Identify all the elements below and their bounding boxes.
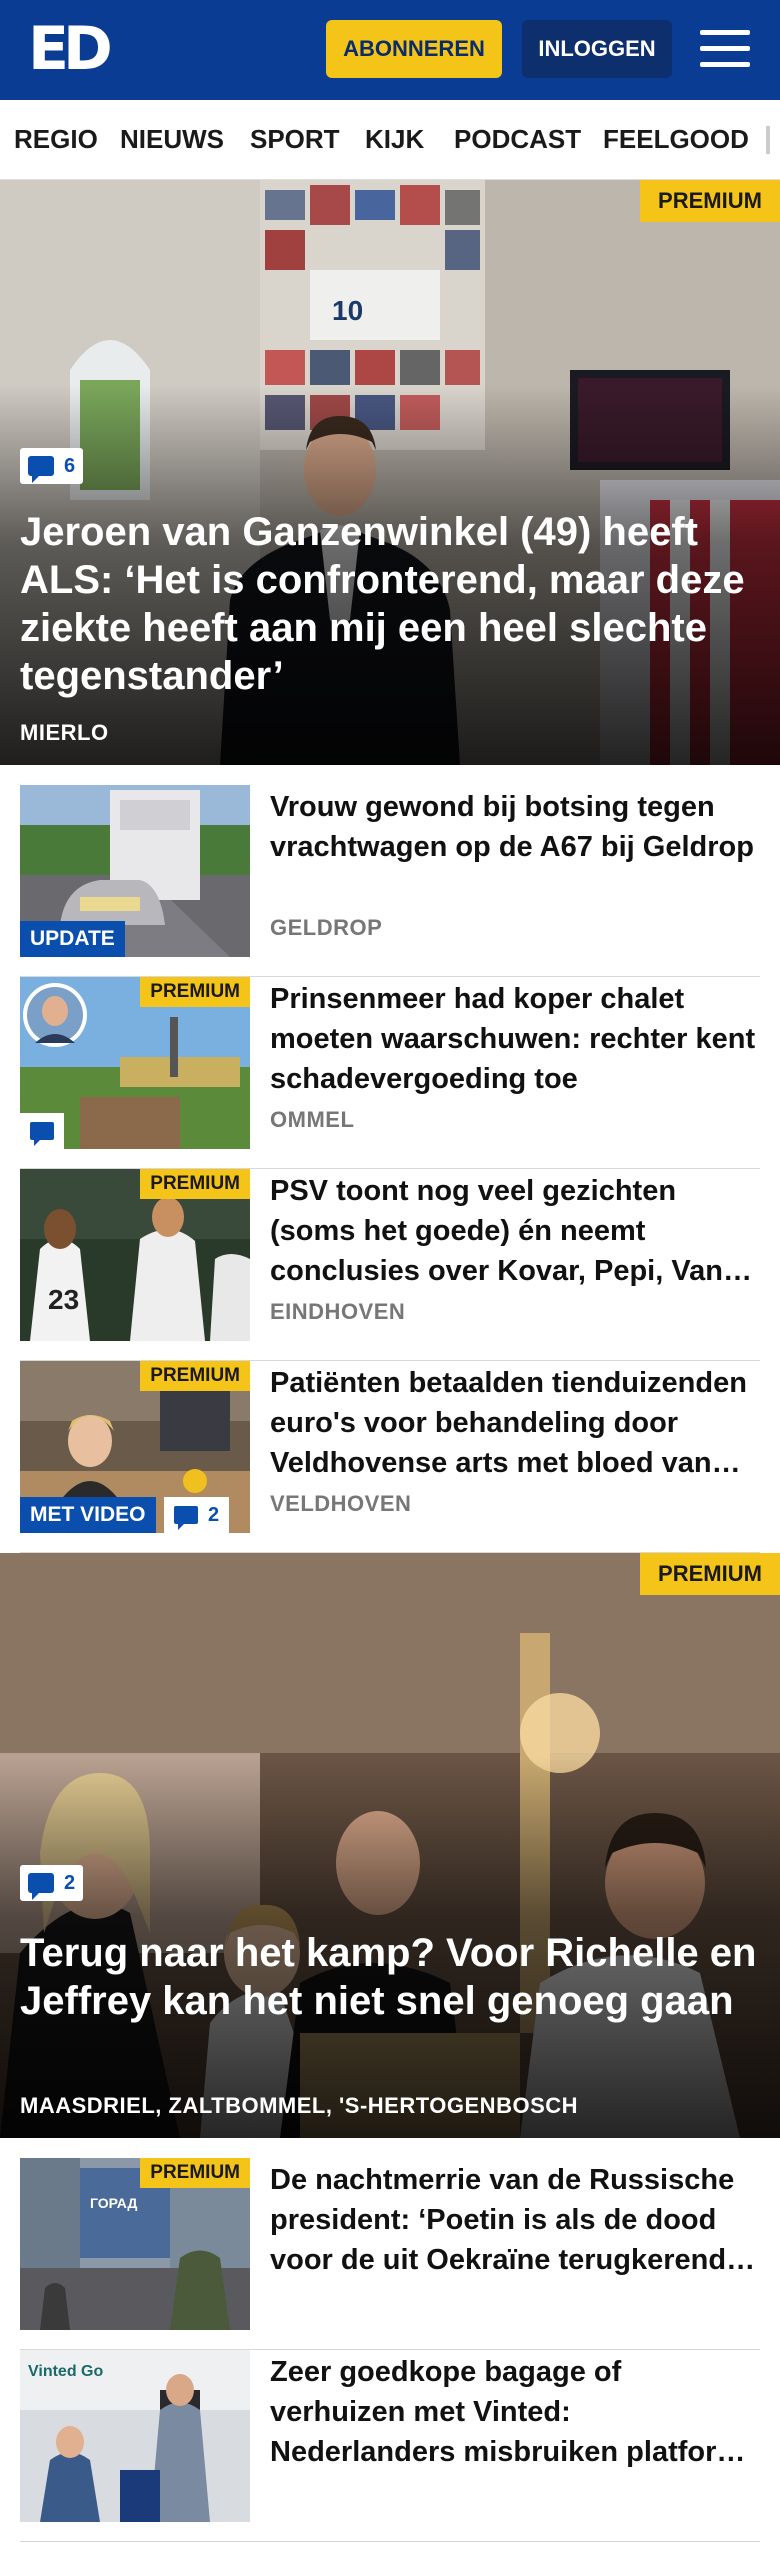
video-label: MET VIDEO (20, 1497, 156, 1533)
nav-item-podcast[interactable]: PODCAST (454, 124, 581, 155)
article-thumbnail: PREMIUM MET VIDEO 2 (20, 1361, 250, 1533)
article-location: OMMEL (270, 1107, 355, 1132)
hero-shade (0, 1553, 780, 2138)
list-item[interactable]: PREMIUM Prinsenmeer had koper chalet moe… (20, 977, 760, 1169)
hero-title[interactable]: Terug naar het kamp? Voor Richelle en Je… (20, 1929, 760, 2025)
comment-count[interactable]: 2 (164, 1497, 230, 1533)
article-thumbnail: Vinted Go (20, 2350, 250, 2522)
article-thumbnail: ГОРАД PREMIUM (20, 2158, 250, 2330)
list-item[interactable]: ГОРАД PREMIUM De nachtmerrie van de Russ… (20, 2158, 760, 2350)
comment-count[interactable]: 6 (20, 448, 84, 484)
list-item[interactable]: UPDATE Vrouw gewond bij botsing tegen vr… (20, 785, 760, 977)
premium-badge: PREMIUM (640, 1553, 780, 1595)
comment-count-value: 6 (64, 454, 76, 477)
hero-location: MAASDRIEL, ZALTBOMMEL, 'S-HERTOGENBOSCH (20, 2093, 579, 2118)
premium-badge: PREMIUM (140, 977, 250, 1007)
article-title[interactable]: Vrouw gewond bij botsing tegen vrachtwag… (270, 787, 760, 867)
nav-item-kijk[interactable]: KIJK (365, 124, 424, 155)
ed-logo[interactable]: ED (28, 18, 118, 80)
hero-title[interactable]: Jeroen van Ganzenwinkel (49) heeft ALS: … (20, 508, 760, 700)
comment-icon (28, 1873, 54, 1900)
article-thumbnail: 23 PREMIUM (20, 1169, 250, 1341)
comment-icon (28, 456, 54, 483)
nav-divider (766, 126, 770, 154)
article-photo: Vinted Go (20, 2350, 250, 2522)
nav-item-regio[interactable]: REGIO (14, 124, 98, 155)
hero-article-kamp[interactable]: PREMIUM 2 Terug naar het kamp? Voor Rich… (0, 1553, 780, 2138)
svg-text:23: 23 (48, 1284, 79, 1315)
premium-badge: PREMIUM (140, 1169, 250, 1199)
article-title[interactable]: De nachtmerrie van de Russische presiden… (270, 2160, 760, 2280)
premium-badge: PREMIUM (640, 180, 780, 222)
nav-item-sport[interactable]: SPORT (250, 124, 340, 155)
article-title[interactable]: Prinsenmeer had koper chalet moeten waar… (270, 979, 760, 1099)
list-item[interactable]: Vinted Go Zeer goedkope bagage of verhui… (20, 2350, 760, 2542)
comment-count[interactable]: 2 (20, 1865, 84, 1901)
article-title[interactable]: PSV toont nog veel gezichten (soms het g… (270, 1171, 760, 1291)
nav-item-feelgood[interactable]: FEELGOOD (603, 124, 749, 155)
list-item[interactable]: 23 PREMIUM PSV toont nog veel gezichten … (20, 1169, 760, 1361)
svg-text:Vinted Go: Vinted Go (28, 2363, 103, 2380)
comment-count-value: 2 (208, 1503, 220, 1526)
login-button[interactable]: INLOGGEN (522, 20, 672, 78)
subscribe-button[interactable]: ABONNEREN (326, 20, 502, 78)
hero-location: MIERLO (20, 720, 109, 745)
premium-badge: PREMIUM (140, 1361, 250, 1391)
article-title[interactable]: Zeer goedkope bagage of verhuizen met Vi… (270, 2352, 760, 2472)
article-thumbnail: PREMIUM (20, 977, 250, 1149)
article-location: EINDHOVEN (270, 1299, 406, 1324)
nav-item-nieuws[interactable]: NIEUWS (120, 124, 224, 155)
hero-article-als[interactable]: 10 PREMIUM 6 Jeroen van Ganzenwinkel (49… (0, 180, 780, 765)
svg-text:ГОРАД: ГОРАД (90, 2195, 137, 2211)
list-item[interactable]: PREMIUM MET VIDEO 2 Patiënten betaalden … (20, 1361, 760, 1553)
article-location: GELDROP (270, 915, 383, 940)
top-bar: ED ABONNEREN INLOGGEN (0, 0, 780, 100)
article-title[interactable]: Patiënten betaalden tienduizenden euro's… (270, 1363, 760, 1483)
article-thumbnail: UPDATE (20, 785, 250, 957)
menu-icon[interactable] (700, 26, 754, 72)
comment-icon-chip[interactable] (20, 1113, 64, 1149)
comment-count-value: 2 (64, 1871, 76, 1894)
article-location: VELDHOVEN (270, 1491, 412, 1516)
section-nav: REGIO NIEUWS SPORT KIJK PODCAST FEELGOOD (0, 100, 780, 180)
comment-icon (30, 1122, 54, 1146)
update-label: UPDATE (20, 921, 125, 957)
comment-icon (174, 1506, 198, 1530)
premium-badge: PREMIUM (140, 2158, 250, 2188)
